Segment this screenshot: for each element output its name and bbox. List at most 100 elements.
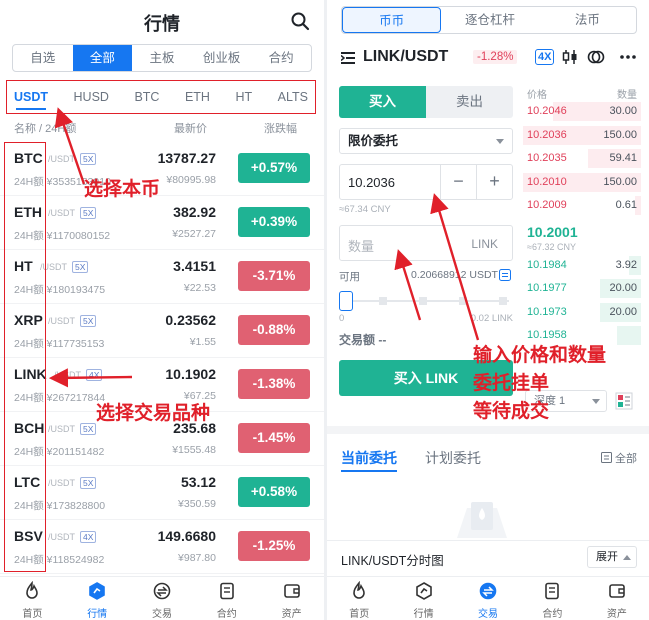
quantity-input[interactable]: 数量 LINK — [339, 225, 513, 261]
slider-knob[interactable] — [339, 291, 353, 311]
caret-down-icon — [496, 139, 504, 144]
segment-tab[interactable]: 全部 — [72, 45, 133, 71]
tabbar-label: 行情 — [413, 609, 434, 620]
coin-cny-price: ¥2527.27 — [172, 228, 216, 240]
tabbar-item[interactable]: 合约 — [520, 577, 584, 620]
tabbar-label: 交易 — [478, 609, 499, 620]
tabbar-item[interactable]: 交易 — [130, 577, 195, 620]
change-badge[interactable]: +0.58% — [238, 477, 310, 507]
leverage-badge[interactable]: 4X — [535, 49, 555, 65]
bid-row[interactable]: 10.1973 20.00 — [523, 301, 641, 325]
orderbook-layout-icon[interactable] — [615, 392, 633, 410]
buy-tab[interactable]: 买入 — [339, 86, 426, 118]
wallet-icon — [609, 584, 625, 598]
transfer-icon[interactable] — [499, 269, 511, 281]
trade-mode-tab[interactable]: 币币 — [342, 7, 442, 33]
order-type-select[interactable]: 限价委托 — [339, 128, 513, 154]
ob-price: 10.2010 — [527, 175, 567, 188]
change-badge[interactable]: -3.71% — [238, 261, 310, 291]
document-icon — [600, 452, 612, 463]
col-change[interactable]: 涨跌幅 — [264, 120, 297, 136]
coin-row-btc[interactable]: BTC/USDT 5X 24H额 ¥3535153910 13787.27 ¥80995… — [0, 142, 324, 196]
caret-up-icon — [623, 555, 631, 560]
tabbar-item[interactable]: 行情 — [391, 577, 455, 620]
trade-mode-tab[interactable]: 法币 — [539, 7, 636, 33]
swap-circles-icon[interactable] — [587, 48, 605, 66]
coin-list: BTC/USDT 5X 24H额 ¥3535153910 13787.27 ¥80995… — [0, 142, 324, 574]
amount-slider[interactable]: 0 0.02 LINK — [339, 289, 513, 324]
sell-tab[interactable]: 卖出 — [426, 86, 513, 118]
trade-icon — [153, 582, 171, 600]
price-increase-button[interactable]: + — [476, 165, 512, 199]
coin-cny-price: ¥1555.48 — [172, 444, 216, 456]
change-badge[interactable]: -1.38% — [238, 369, 310, 399]
order-tabs: 当前委托 计划委托 全部 — [341, 446, 637, 476]
trade-screen: 币币 逐仓杠杆 法币 LINK/USDT -1.28% 4X 买入 卖出 限价委… — [327, 0, 649, 620]
bid-row[interactable]: 10.1984 3.92 — [523, 254, 641, 278]
wallet-icon — [283, 584, 300, 598]
slider-tick — [499, 297, 507, 305]
tabbar-item[interactable]: 行情 — [65, 577, 130, 620]
ask-row[interactable]: 10.2009 0.61 — [523, 194, 641, 218]
ask-row[interactable]: 10.2010 150.00 — [523, 171, 641, 195]
tab-current-orders[interactable]: 当前委托 — [341, 448, 397, 468]
tabbar-label: 首页 — [349, 609, 370, 620]
pair-menu-icon[interactable] — [341, 52, 355, 64]
coin-row-ht[interactable]: HT/USDT 5X 24H额 ¥180193475 3.4151 ¥22.53 -3.7… — [0, 250, 324, 304]
tabbar-item[interactable]: 合约 — [194, 577, 259, 620]
segment-tab[interactable]: 自选 — [13, 45, 73, 71]
col-latest-price[interactable]: 最新价 — [174, 120, 207, 136]
segment-tab[interactable]: 合约 — [251, 45, 311, 71]
annotation-step-1: 输入价格和数量 — [473, 345, 607, 366]
price-value: 10.2036 — [348, 175, 395, 190]
coin-row-bsv[interactable]: BSV/USDT 4X 24H额 ¥118524982 149.6680 ¥987.80… — [0, 520, 324, 574]
ob-qty-header: 数量 — [617, 90, 637, 101]
pair-change: -1.28% — [473, 50, 518, 64]
tabbar-item[interactable]: 交易 — [456, 577, 520, 620]
change-badge[interactable]: +0.57% — [238, 153, 310, 183]
ob-price: 10.2009 — [527, 199, 567, 211]
bid-list: 10.1984 3.92 10.1977 20.00 10.1973 20.00 10.19… — [523, 254, 641, 348]
coin-row-eth[interactable]: ETH/USDT 5X 24H额 ¥1170080152 382.92 ¥2527.27… — [0, 196, 324, 250]
annotation-select-coin: 选择本币 — [84, 179, 161, 200]
leverage-badge: 4X — [80, 531, 97, 543]
tab-underline — [341, 470, 397, 472]
coin-row-ltc[interactable]: LTC/USDT 5X 24H额 ¥173828800 53.12 ¥350.59 +0.… — [0, 466, 324, 520]
col-name-volume[interactable]: 名称 / 24H额 — [14, 120, 76, 136]
change-badge[interactable]: -1.25% — [238, 531, 310, 561]
tabbar-label: 行情 — [87, 609, 108, 620]
segment-tab[interactable]: 创业板 — [192, 45, 252, 71]
more-icon[interactable] — [619, 48, 637, 66]
ask-row[interactable]: 10.2046 30.00 — [523, 100, 641, 124]
bottom-tabbar: 首页 行情 交易 合约 资产 — [327, 576, 649, 620]
change-badge[interactable]: -0.88% — [238, 315, 310, 345]
buy-sell-toggle: 买入 卖出 — [339, 86, 513, 118]
tabbar-item[interactable]: 资产 — [585, 577, 649, 620]
kline-chart-icon[interactable] — [561, 48, 579, 66]
trade-mode-tab[interactable]: 逐仓杠杆 — [441, 7, 538, 33]
change-badge[interactable]: +0.39% — [238, 207, 310, 237]
price-decrease-button[interactable]: − — [440, 165, 476, 199]
coin-row-xrp[interactable]: XRP/USDT 5X 24H额 ¥117735153 0.23562 ¥1.55 -0.… — [0, 304, 324, 358]
tabbar-item[interactable]: 资产 — [259, 577, 324, 620]
depth-bar — [617, 326, 641, 345]
slider-max-label: 0.02 LINK — [470, 313, 513, 324]
order-type-value: 限价委托 — [348, 134, 399, 148]
search-icon[interactable] — [290, 11, 310, 31]
tab-plan-orders[interactable]: 计划委托 — [425, 448, 481, 468]
leverage-badge: 5X — [80, 315, 97, 327]
quantity-unit: LINK — [471, 237, 498, 251]
tabbar-item[interactable]: 首页 — [0, 577, 65, 620]
slider-tick — [419, 297, 427, 305]
segment-tab[interactable]: 主板 — [132, 45, 192, 71]
bid-row[interactable]: 10.1977 20.00 — [523, 277, 641, 301]
tabbar-item[interactable]: 首页 — [327, 577, 391, 620]
quantity-placeholder: 数量 — [348, 239, 375, 254]
ask-row[interactable]: 10.2035 59.41 — [523, 147, 641, 171]
all-orders-link[interactable]: 全部 — [600, 450, 637, 466]
change-badge[interactable]: -1.45% — [238, 423, 310, 453]
pair-name[interactable]: LINK/USDT — [363, 48, 448, 66]
price-input[interactable]: 10.2036 − + — [339, 164, 513, 200]
ask-row[interactable]: 10.2036 150.00 — [523, 124, 641, 148]
expand-button[interactable]: 展开 — [587, 546, 637, 568]
